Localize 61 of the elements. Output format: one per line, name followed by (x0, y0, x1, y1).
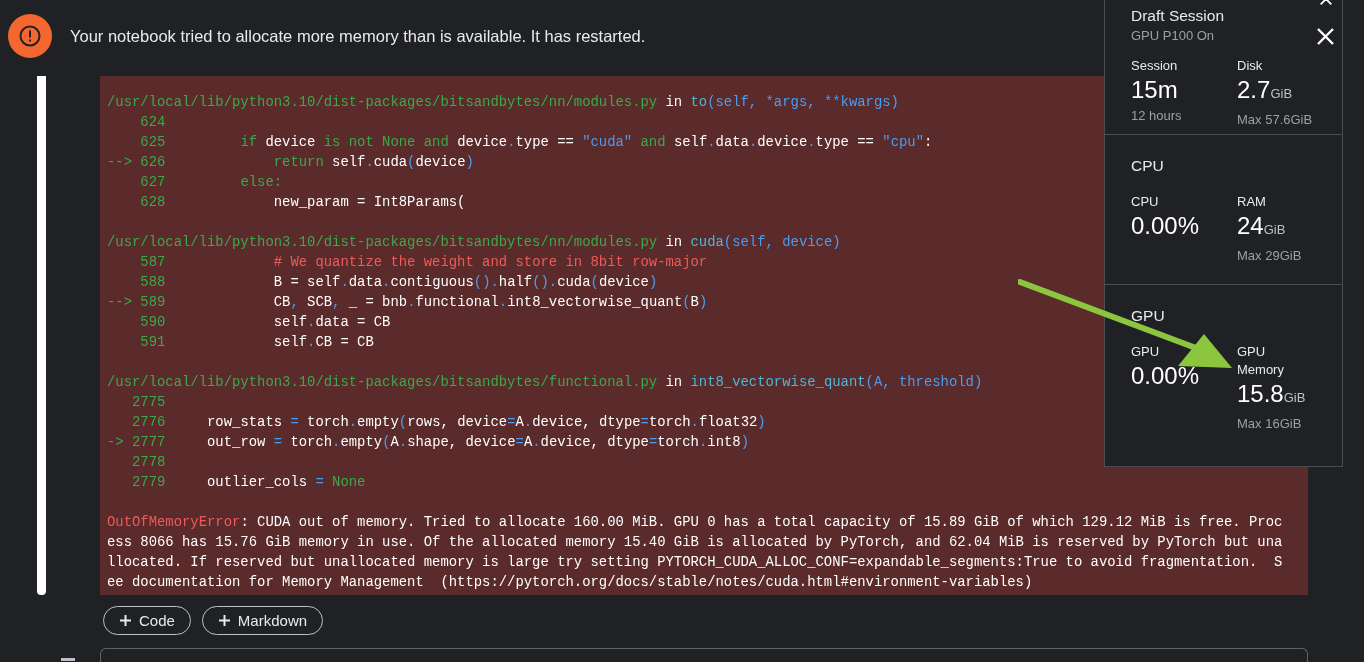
stat-label: GPU (1131, 343, 1160, 361)
error-message-line: OutOfMemoryError: CUDA out of memory. Tried to allocate 160.00 MiB. GPU 0 has a total capacity of 15.89 GiB of which 129.12 MiB is free. Proc (107, 513, 1283, 532)
line-number: 590 (139, 313, 166, 332)
section-heading: GPU (1131, 307, 1165, 325)
next-cell[interactable] (100, 648, 1308, 662)
code-line: out_row = torch.empty(A.shape, device=A.device, dtype=torch.int8) (206, 433, 749, 452)
warning-icon (8, 14, 52, 58)
code-line: row_stats = torch.empty(rows, device=A.device, dtype=torch.float32) (206, 413, 766, 432)
stat-label: GPU Memory (1237, 343, 1285, 379)
line-number: 624 (139, 113, 166, 132)
error-message-line: ee documentation for Memory Management (https://pytorch.org/docs/stable/notes/cuda.html#environment-variables) (107, 573, 1033, 592)
alert-message: Your notebook tried to allocate more memory than is available. It has restarted. (70, 26, 646, 46)
error-message-line: llocated. If reserved but unallocated memory is large try setting PYTORCH_CUDA_ALLOC_CONF=expandable_segments:True to avoid fragmentation. S (107, 553, 1283, 572)
stat-value: 24GiB (1237, 211, 1286, 241)
line-number: --> 626 (107, 153, 166, 172)
stat-value: 0.00% (1131, 211, 1200, 241)
code-line: else: (239, 173, 283, 192)
accelerator-status: GPU P100 On (1131, 28, 1215, 43)
code-line: CB, SCB, _ = bnb.functional.int8_vectorwise_quant(B) (272, 293, 708, 312)
line-number: -> 2777 (107, 433, 166, 452)
code-line: # We quantize the weight and store in 8bit row-major (272, 253, 708, 272)
stat-value: 15m (1131, 75, 1178, 105)
traceback-header: /usr/local/lib/python3.10/dist-packages/bitsandbytes/functional.py in int8_vectorwise_quant(A, threshold) (107, 373, 983, 392)
error-message-line: ess 8066 has 15.76 GiB memory in use. Of the allocated memory 15.40 GiB is allocated by PyTorch, and 62.04 MiB is reserved by PyTorch but una (107, 533, 1283, 552)
section-heading: CPU (1131, 157, 1164, 175)
stat-limit: Max 29GiB (1237, 248, 1302, 263)
stat-label: RAM (1237, 193, 1266, 211)
stat-label: Disk (1237, 57, 1263, 75)
line-number: 591 (139, 333, 166, 352)
stat-value: 2.7GiB (1237, 75, 1293, 105)
code-line: B = self.data.contiguous().half().cuda(device) (272, 273, 658, 292)
plus-icon (218, 615, 230, 626)
code-line: outlier_cols = None (206, 473, 366, 492)
stat-limit: Max 57.6GiB (1237, 112, 1313, 127)
line-number: 2778 (131, 453, 166, 472)
close-icon[interactable] (1317, 28, 1334, 45)
line-number: 587 (139, 253, 166, 272)
stat-limit: Max 16GiB (1237, 416, 1302, 431)
stat-label: Session (1131, 57, 1178, 75)
line-number: 2775 (131, 393, 166, 412)
drag-handle-icon[interactable] (61, 658, 75, 661)
line-number: 588 (139, 273, 166, 292)
line-number: 628 (139, 193, 166, 212)
line-number: 627 (139, 173, 166, 192)
code-line: return self.cuda(device) (272, 153, 474, 172)
stat-value: 0.00% (1131, 361, 1200, 391)
stat-limit: 12 hours (1131, 108, 1182, 123)
code-line: self.data = CB (272, 313, 391, 332)
code-line: self.CB = CB (272, 333, 374, 352)
line-number: --> 589 (107, 293, 166, 312)
code-line: new_param = Int8Params( (272, 193, 466, 212)
panel-title: Draft Session (1131, 7, 1225, 25)
plus-icon (120, 615, 131, 626)
traceback-header: /usr/local/lib/python3.10/dist-packages/bitsandbytes/nn/modules.py in to(self, *args, **kwargs) (107, 93, 899, 112)
line-number: 2779 (131, 473, 166, 492)
line-number: 2776 (131, 413, 166, 432)
line-number: 625 (139, 133, 166, 152)
code-line: if device is not None and device.type == "cuda" and self.data.device.type == "cpu": (239, 133, 933, 152)
stat-value: 15.8GiB (1237, 379, 1306, 409)
traceback-header: /usr/local/lib/python3.10/dist-packages/bitsandbytes/nn/modules.py in cuda(self, device) (107, 233, 841, 252)
stat-label: CPU (1131, 193, 1159, 211)
